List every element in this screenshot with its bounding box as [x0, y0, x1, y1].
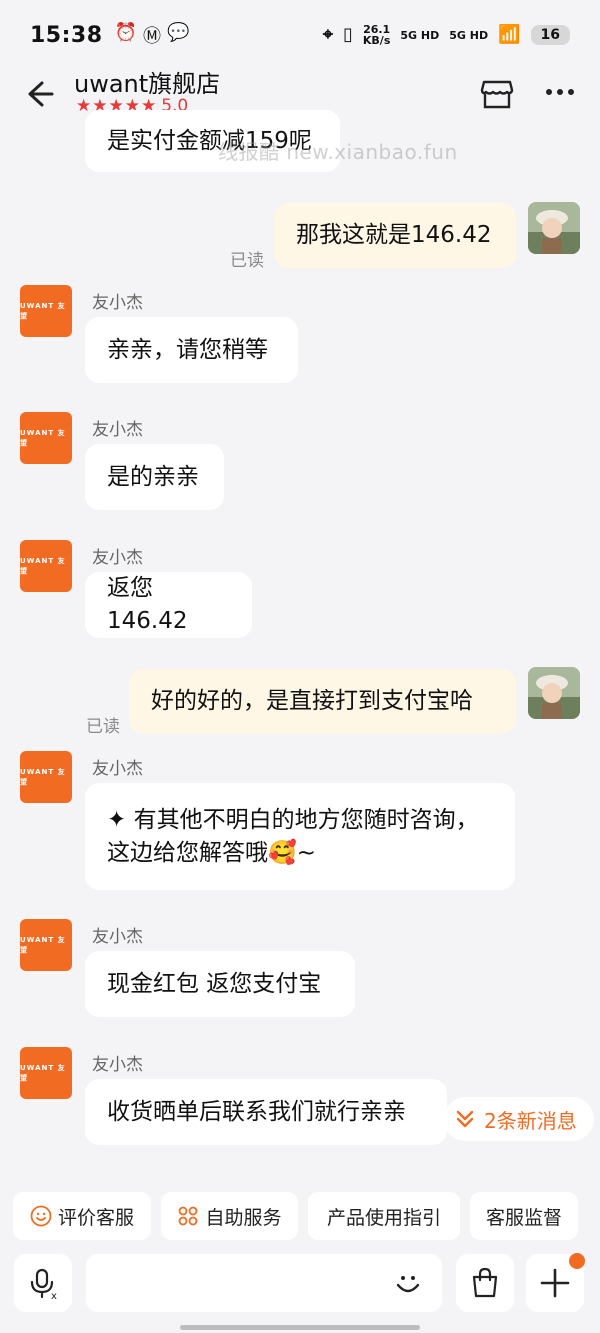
battery-indicator: 16 — [530, 25, 570, 45]
more-options-icon[interactable] — [546, 82, 580, 102]
shop-avatar[interactable]: UWANT 友望 — [20, 1047, 72, 1099]
shop-avatar[interactable]: UWANT 友望 — [20, 412, 72, 464]
home-indicator[interactable] — [180, 1325, 420, 1330]
shopping-bag-button[interactable] — [456, 1254, 514, 1312]
shop-avatar[interactable]: UWANT 友望 — [20, 540, 72, 592]
sender-name: 友小杰 — [92, 420, 143, 440]
app-notification-icon: Ⓜ — [142, 26, 161, 47]
message-bubble[interactable]: 返您146.42 — [85, 572, 252, 638]
user-photo — [528, 202, 580, 254]
notification-dot — [569, 1253, 585, 1269]
sender-name: 友小杰 — [92, 293, 143, 313]
quick-action-product-guide[interactable]: 产品使用指引 — [308, 1192, 460, 1240]
store-icon[interactable] — [480, 78, 514, 110]
user-avatar[interactable] — [528, 202, 580, 254]
read-receipt: 已读 — [230, 251, 264, 271]
microphone-icon: x — [30, 1268, 57, 1300]
emoji-icon[interactable] — [392, 1267, 424, 1299]
quick-action-self-service[interactable]: 自助服务 — [161, 1192, 298, 1240]
grid-icon — [179, 1206, 198, 1226]
shop-avatar[interactable]: UWANT 友望 — [20, 751, 72, 803]
sender-name: 友小杰 — [92, 1055, 143, 1075]
new-messages-button[interactable]: 2条新消息 — [444, 1097, 594, 1141]
clock: 15:38 — [30, 22, 103, 48]
message-bubble[interactable]: 现金红包 返您支付宝 — [85, 951, 355, 1017]
sim-icon: ▯ — [342, 24, 353, 45]
signal-1: 5G HD — [400, 28, 440, 42]
quick-action-service-supervision[interactable]: 客服监督 — [470, 1192, 578, 1240]
sender-name: 友小杰 — [92, 927, 143, 947]
message-bubble[interactable]: 亲亲，请您稍等 — [85, 317, 298, 383]
quick-action-rate-service[interactable]: 评价客服 — [13, 1192, 151, 1240]
message-bubble[interactable]: 那我这就是146.42 — [274, 203, 516, 268]
signal-2: 5G HD — [449, 28, 489, 42]
double-chevron-down-icon — [456, 1110, 474, 1128]
plus-icon — [540, 1268, 570, 1298]
sender-name: 友小杰 — [92, 548, 143, 568]
user-avatar[interactable] — [528, 667, 580, 719]
message-bubble[interactable]: 是的亲亲 — [85, 444, 224, 510]
shop-avatar[interactable]: UWANT 友望 — [20, 285, 72, 337]
message-input[interactable] — [86, 1254, 442, 1312]
message-bubble[interactable]: ✦ 有其他不明白的地方您随时咨询， 这边给您解答哦🥰~ — [85, 783, 515, 890]
read-receipt: 已读 — [86, 717, 120, 737]
back-arrow-icon[interactable] — [22, 78, 54, 110]
message-bubble[interactable]: 好的好的，是直接打到支付宝哈 — [129, 669, 516, 734]
sender-name: 友小杰 — [92, 759, 143, 779]
svg-text:x: x — [51, 1291, 57, 1300]
wechat-icon: 💬 — [166, 22, 190, 43]
shopping-bag-icon — [472, 1267, 498, 1298]
wifi-icon: 📶 — [498, 24, 521, 45]
voice-input-button[interactable]: x — [14, 1254, 72, 1312]
location-icon: ⌖ — [322, 24, 333, 45]
shop-avatar[interactable]: UWANT 友望 — [20, 919, 72, 971]
user-photo — [528, 667, 580, 719]
network-speed: 26.1 KB/s — [362, 23, 391, 47]
alarm-icon: ⏰ — [114, 22, 137, 43]
shop-title[interactable]: uwant旗舰店 — [74, 64, 220, 99]
watermark: 线报酷 new.xianbao.fun — [218, 140, 458, 164]
smile-icon — [30, 1205, 52, 1227]
message-bubble[interactable]: 收货晒单后联系我们就行亲亲 — [85, 1079, 447, 1145]
